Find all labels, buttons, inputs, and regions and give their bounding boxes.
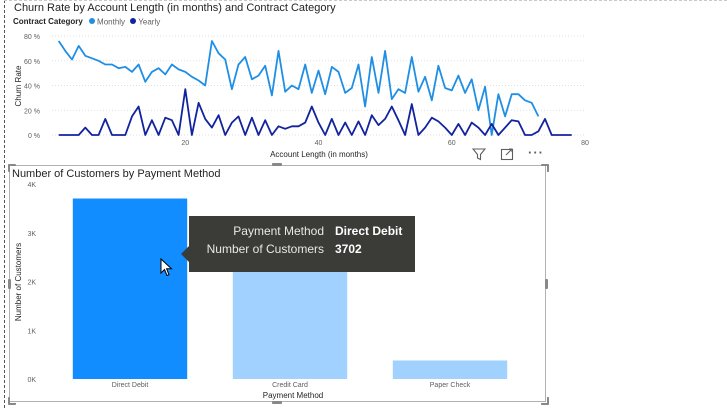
tooltip-key: Payment Method [233, 224, 324, 238]
visual-header: ··· [471, 145, 552, 164]
x-axis-title: Account Length (in months) [270, 150, 368, 159]
y-axis-title: Number of Customers [14, 243, 23, 321]
resize-handle-top-left[interactable] [8, 164, 16, 172]
tooltip-key: Number of Customers [206, 242, 324, 256]
x-tick-label: 60 [448, 140, 456, 147]
payment-bar-chart-visual[interactable]: Number of Customers by Payment Method 0K… [9, 165, 546, 402]
mouse-pointer-icon [160, 257, 174, 283]
resize-handle-top[interactable] [272, 163, 282, 166]
x-tick-label: Paper Check [430, 382, 471, 389]
y-tick-label: 0 % [28, 133, 40, 140]
resize-handle-top-right[interactable] [541, 164, 549, 172]
filter-icon[interactable] [471, 147, 487, 164]
resize-handle-bottom-right[interactable] [541, 397, 549, 405]
y-tick-label: 4K [27, 182, 36, 189]
y-tick-label: 80 % [24, 34, 40, 41]
page-boundary [4, 0, 5, 408]
bar-tooltip: Payment Method Direct Debit Number of Cu… [181, 216, 415, 272]
x-axis-title: Payment Method [263, 391, 323, 400]
bar-paper-check [392, 360, 508, 379]
y-tick-label: 60 % [24, 59, 40, 66]
y-tick-label: 1K [27, 328, 36, 335]
resize-handle-right[interactable] [545, 279, 548, 289]
x-tick-label: 20 [181, 140, 189, 147]
bar-direct-debit [72, 198, 188, 379]
tooltip-row-payment-method: Payment Method Direct Debit [189, 224, 415, 240]
x-tick-label: Direct Debit [112, 382, 149, 389]
y-tick-label: 3K [27, 231, 36, 238]
focus-mode-icon[interactable] [500, 147, 514, 164]
tooltip-value: 3702 [335, 242, 362, 256]
y-tick-label: 40 % [24, 84, 40, 91]
x-tick-label: Credit Card [272, 382, 308, 389]
more-options-icon[interactable]: ··· [528, 145, 544, 160]
x-tick-label: 40 [315, 140, 323, 147]
x-tick-label: 80 [581, 140, 589, 147]
line-chart-svg: 0 % 20 % 40 % 60 % 80 % 20 40 60 80 Account Lengt… [14, 34, 589, 159]
y-tick-label: 20 % [24, 108, 40, 115]
tooltip-row-number-of-customers: Number of Customers 3702 [189, 242, 415, 258]
churn-line-chart-visual[interactable]: Churn Rate by Account Length (in months)… [8, 0, 608, 165]
y-tick-label: 2K [27, 280, 36, 287]
y-tick-label: 0K [27, 377, 36, 384]
tooltip-value: Direct Debit [335, 224, 403, 238]
y-axis-title: Churn Rate [14, 65, 23, 106]
bar-chart-svg: 0K 1K 2K 3K 4K Direct Debit Credit Card Paper C… [14, 182, 508, 400]
resize-handle-bottom[interactable] [272, 401, 282, 404]
resize-handle-bottom-left[interactable] [8, 397, 16, 405]
resize-handle-left[interactable] [8, 279, 11, 289]
